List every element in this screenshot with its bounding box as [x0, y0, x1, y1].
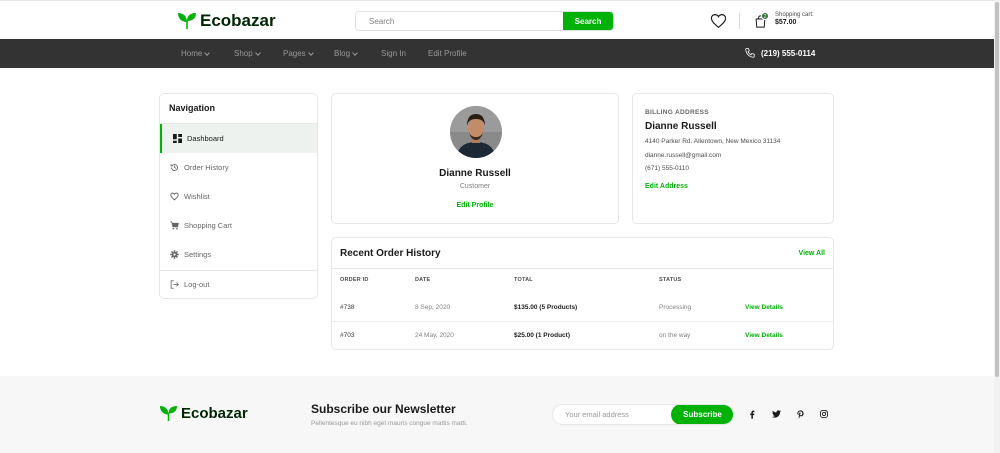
twitter-icon[interactable]	[768, 407, 784, 421]
footer-brand-name: Ecobazar	[181, 405, 248, 422]
phone-number: (219) 555-0114	[761, 48, 816, 58]
order-total: $135.00 (5 Products)	[514, 304, 578, 311]
email-field[interactable]	[553, 405, 673, 424]
chevron-down-icon	[254, 49, 261, 56]
dashboard-sidebar: Navigation Dashboard Order History Wishl…	[159, 93, 318, 299]
heart-icon	[170, 192, 179, 201]
leaf-icon	[160, 405, 177, 422]
search-button[interactable]: Search	[563, 12, 613, 30]
nav-sign-in[interactable]: Sign In	[381, 49, 406, 58]
nav-edit-profile-label: Edit Profile	[428, 49, 467, 58]
recent-order-history: Recent Order History View All ORDER ID D…	[331, 237, 834, 350]
newsletter-subtitle: Pellentesque eu nibh eget mauris congue …	[311, 420, 468, 427]
nav-home[interactable]: Home	[181, 49, 211, 58]
sidebar-item-label: Wishlist	[184, 192, 210, 201]
gear-icon	[170, 250, 179, 259]
newsletter-title: Subscribe our Newsletter	[311, 402, 456, 416]
nav-shop[interactable]: Shop	[234, 49, 261, 58]
sidebar-item-wishlist[interactable]: Wishlist	[160, 182, 317, 211]
cart-total: $57.00	[775, 19, 797, 26]
top-header: Ecobazar Search 2 Shopping cart: $57.00	[0, 0, 994, 39]
dashboard-icon	[173, 134, 182, 143]
sidebar-item-label: Dashboard	[187, 134, 224, 143]
order-date: 8 Sep, 2020	[415, 304, 451, 311]
order-id: #738	[340, 304, 355, 311]
sidebar-item-label: Settings	[184, 250, 212, 259]
chevron-down-icon	[307, 49, 314, 56]
main-navbar: Home Shop Pages Blog Sign In Edit Profil…	[0, 39, 994, 68]
phone-icon	[745, 48, 755, 58]
sidebar-title: Navigation	[169, 103, 216, 113]
order-id: #703	[340, 332, 355, 339]
billing-email: dianne.russell@gmail.com	[645, 152, 722, 159]
search-input[interactable]	[356, 12, 563, 30]
view-all-link[interactable]: View All	[799, 250, 825, 257]
billing-address-card: BILLING ADDRESS Dianne Russell 4140 Park…	[632, 93, 834, 224]
cart-count-badge: 2	[761, 12, 769, 20]
sidebar-item-label: Shopping Cart	[184, 221, 232, 230]
column-header-order-id: ORDER ID	[340, 277, 369, 283]
cart-icon	[170, 221, 179, 230]
edit-profile-link[interactable]: Edit Profile	[332, 202, 618, 209]
edit-address-link[interactable]: Edit Address	[645, 183, 688, 190]
instagram-icon[interactable]	[816, 407, 832, 421]
sidebar-item-logout[interactable]: Log-out	[160, 270, 317, 299]
billing-address: 4140 Parker Rd. Allentown, New Mexico 31…	[645, 138, 781, 145]
nav-blog-label: Blog	[334, 49, 351, 58]
brand-logo[interactable]: Ecobazar	[177, 11, 276, 31]
sidebar-item-dashboard[interactable]: Dashboard	[160, 124, 317, 153]
scrollbar-thumb[interactable]	[995, 2, 999, 377]
subscribe-button[interactable]: Subscribe	[671, 405, 733, 424]
pinterest-icon[interactable]	[792, 407, 808, 421]
order-status: on the way	[659, 332, 691, 339]
orders-divider	[332, 268, 833, 269]
profile-role: Customer	[459, 183, 491, 190]
sidebar-item-shopping-cart[interactable]: Shopping Cart	[160, 211, 317, 240]
nav-pages-label: Pages	[283, 49, 306, 58]
footer-brand-logo[interactable]: Ecobazar	[159, 405, 248, 422]
cart-label: Shopping cart:	[775, 12, 814, 18]
chevron-down-icon	[352, 49, 358, 56]
view-details-link[interactable]: View Details	[745, 304, 783, 311]
billing-title: BILLING ADDRESS	[645, 109, 709, 116]
profile-card: Dianne Russell Customer Edit Profile	[331, 93, 619, 224]
sidebar-item-order-history[interactable]: Order History	[160, 153, 317, 182]
column-header-total: TOTAL	[514, 277, 533, 283]
leaf-icon	[178, 13, 196, 29]
avatar	[450, 106, 502, 158]
billing-phone: (671) 555-0110	[645, 165, 689, 172]
sidebar-item-label: Log-out	[184, 280, 210, 289]
nav-edit-profile[interactable]: Edit Profile	[428, 49, 467, 58]
chevron-down-icon	[204, 49, 211, 56]
sidebar-item-label: Order History	[184, 163, 229, 172]
column-header-status: STATUS	[659, 277, 682, 283]
newsletter-footer	[0, 376, 994, 453]
billing-name: Dianne Russell	[645, 121, 717, 132]
user-avatar-image	[450, 106, 502, 158]
row-divider	[332, 321, 833, 322]
profile-name: Dianne Russell	[439, 168, 511, 179]
brand-name: Ecobazar	[200, 11, 276, 30]
phone-contact[interactable]: (219) 555-0114	[744, 47, 815, 59]
nav-blog[interactable]: Blog	[334, 49, 358, 58]
wishlist-heart-icon[interactable]	[710, 13, 727, 29]
order-total: $25.00 (1 Product)	[514, 332, 570, 339]
nav-shop-label: Shop	[234, 49, 253, 58]
column-header-date: DATE	[415, 277, 431, 283]
search-bar: Search	[355, 11, 614, 31]
order-status: Processing	[659, 304, 692, 311]
orders-title: Recent Order History	[340, 248, 441, 259]
sidebar-item-settings[interactable]: Settings	[160, 240, 317, 269]
view-details-link[interactable]: View Details	[745, 332, 783, 339]
nav-pages[interactable]: Pages	[283, 49, 314, 58]
order-date: 24 May, 2020	[415, 332, 454, 339]
header-divider	[739, 13, 740, 29]
newsletter-form: Subscribe	[552, 404, 734, 425]
logout-icon	[170, 280, 179, 289]
facebook-icon[interactable]	[744, 407, 760, 421]
history-icon	[170, 164, 178, 171]
nav-sign-in-label: Sign In	[381, 49, 406, 58]
cart-summary[interactable]: Shopping cart: $57.00	[775, 12, 814, 26]
nav-home-label: Home	[181, 49, 203, 58]
